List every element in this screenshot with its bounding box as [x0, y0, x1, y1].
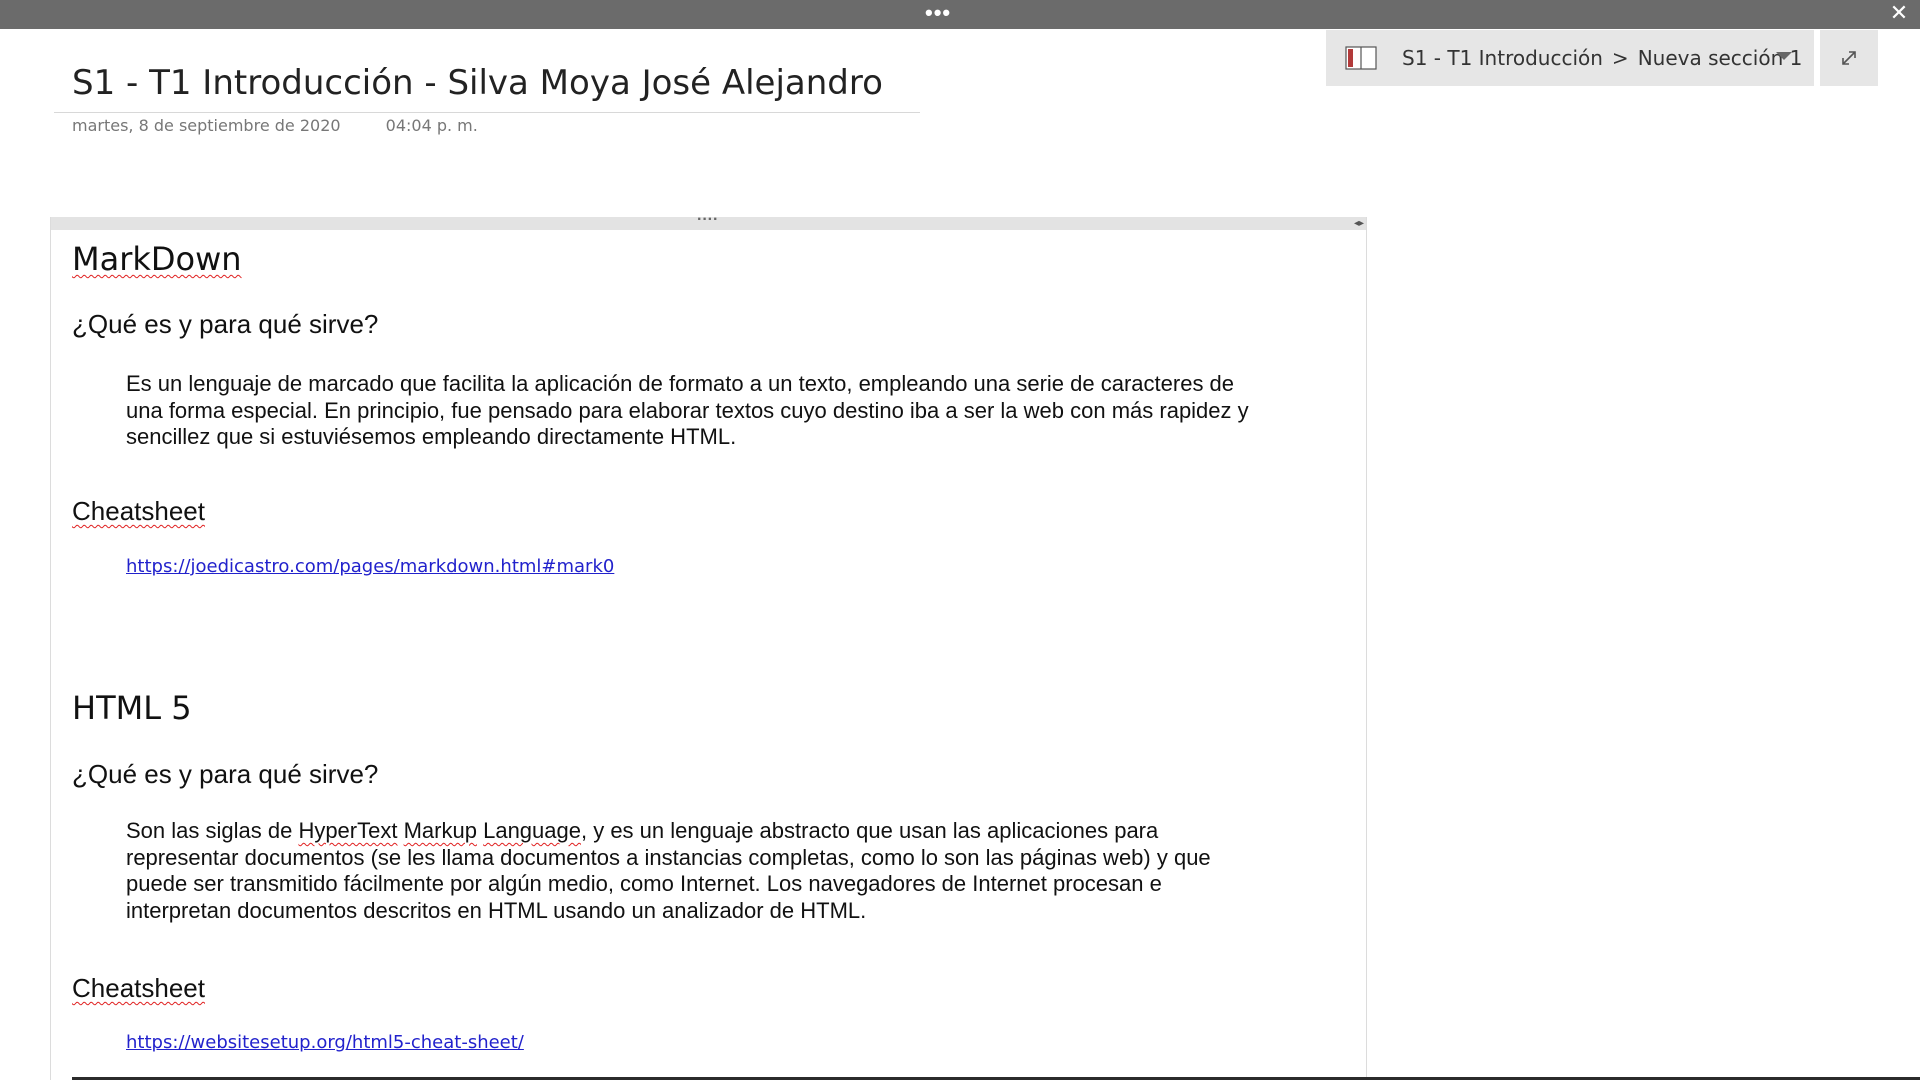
expand-button[interactable]: [1820, 30, 1878, 86]
section-heading-html5[interactable]: HTML 5: [72, 689, 192, 727]
cheatsheet-link[interactable]: https://websitesetup.org/html5-cheat-she…: [126, 1032, 524, 1053]
spellcheck-word: Markup: [403, 818, 477, 843]
page-meta: martes, 8 de septiembre de 2020 04:04 p.…: [72, 116, 478, 135]
notebook-breadcrumb[interactable]: S1 - T1 Introducción > Nueva sección 1: [1326, 30, 1814, 86]
section-subheading[interactable]: ¿Qué es y para qué sirve?: [72, 309, 378, 340]
section-subheading[interactable]: ¿Qué es y para qué sirve?: [72, 759, 378, 790]
resize-icon[interactable]: ◂▸: [1354, 217, 1364, 230]
cheatsheet-link[interactable]: https://joedicastro.com/pages/markdown.h…: [126, 556, 614, 577]
chevron-down-icon[interactable]: [1776, 52, 1792, 60]
body-line: puede ser transmitido fácilmente por alg…: [126, 871, 1162, 896]
page-title[interactable]: S1 - T1 Introducción - Silva Moya José A…: [54, 56, 920, 110]
body-text: Son las siglas de: [126, 818, 299, 843]
body-line: representar documentos (se les llama doc…: [126, 844, 1211, 870]
breadcrumb: S1 - T1 Introducción > Nueva sección 1: [1402, 46, 1802, 70]
cheatsheet-heading[interactable]: Cheatsheet: [72, 973, 205, 1004]
close-icon[interactable]: ✕: [1888, 2, 1910, 26]
body-text: , y es un lenguaje abstracto que usan la…: [580, 818, 1159, 843]
drag-grip-icon[interactable]: ····: [697, 211, 718, 229]
page-title-area: S1 - T1 Introducción - Silva Moya José A…: [54, 56, 920, 113]
body-line: Es un lenguaje de marcado que facilita l…: [126, 371, 1235, 396]
expand-icon: [1842, 51, 1856, 65]
body-line: sencillez que si estuviésemos empleando …: [126, 424, 737, 449]
spellcheck-word: HyperText: [298, 818, 398, 843]
notebook-icon: [1345, 46, 1379, 70]
section-heading-markdown[interactable]: MarkDown: [72, 240, 242, 278]
section-body[interactable]: Es un lenguaje de marcado que facilita l…: [126, 371, 1376, 451]
breadcrumb-notebook[interactable]: S1 - T1 Introducción: [1402, 46, 1603, 70]
note-container-handle[interactable]: ···· ◂▸: [51, 211, 1366, 230]
body-line: interpretan documentos descritos en HTML…: [126, 897, 867, 923]
section-body[interactable]: Son las siglas de HyperText Markup Langu…: [126, 818, 1376, 924]
spellcheck-word: Language: [483, 818, 581, 843]
title-divider: [54, 112, 920, 113]
window-title-bar: ••• ✕: [0, 0, 1920, 29]
note-container[interactable]: ···· ◂▸: [50, 211, 1367, 1080]
page-time: 04:04 p. m.: [385, 116, 478, 135]
more-dots-icon[interactable]: •••: [925, 2, 951, 24]
cheatsheet-heading[interactable]: Cheatsheet: [72, 496, 205, 527]
breadcrumb-separator: >: [1611, 46, 1629, 70]
page-date: martes, 8 de septiembre de 2020: [72, 116, 341, 135]
body-line: Son las siglas de HyperText Markup Langu…: [126, 818, 1376, 845]
body-line: una forma especial. En principio, fue pe…: [126, 397, 1249, 423]
